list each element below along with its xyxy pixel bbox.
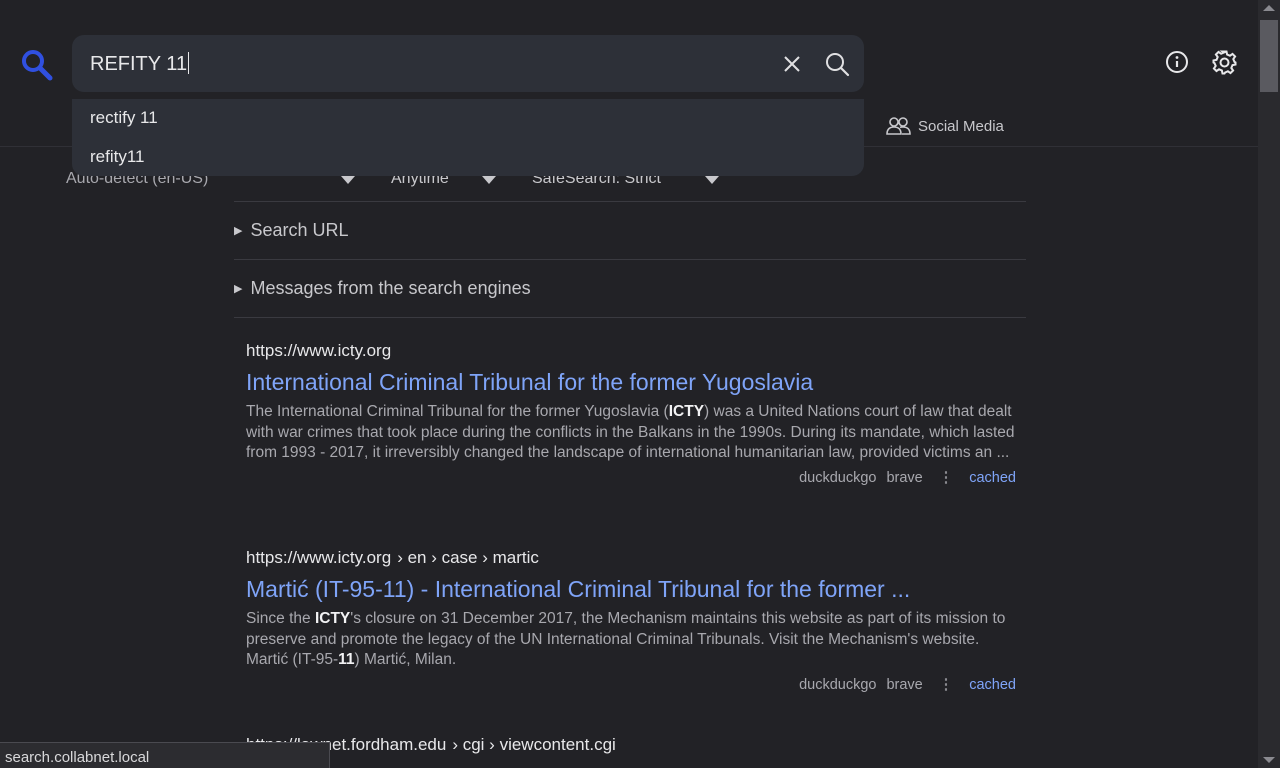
result-url[interactable]: https://lawnet.fordham.edu › cgi › viewco…	[246, 735, 1016, 755]
result-title-link[interactable]: International Criminal Tribunal for the …	[246, 369, 1016, 396]
search-query-text: REFITY 11	[90, 53, 188, 75]
gear-icon[interactable]	[1211, 49, 1238, 76]
result-title-link[interactable]: Martić (IT-95-11) - International Crimin…	[246, 576, 1016, 603]
engine-label: duckduckgo	[799, 676, 877, 693]
cached-link[interactable]: cached	[969, 470, 1016, 486]
autocomplete-dropdown: rectify 11 refity11	[72, 99, 864, 176]
result-snippet: Since the ICTY's closure on 31 December …	[246, 610, 1006, 668]
info-icon[interactable]	[1165, 50, 1189, 74]
tab-label: Social Media	[918, 117, 1004, 135]
search-result: https://lawnet.fordham.edu › cgi › viewco…	[246, 735, 1016, 755]
scroll-up-icon[interactable]	[1263, 5, 1275, 11]
result-url-host: https://www.icty.org	[246, 341, 392, 360]
chevron-down-icon[interactable]	[482, 176, 496, 184]
cached-link[interactable]: cached	[969, 677, 1016, 693]
scroll-thumb[interactable]	[1260, 20, 1278, 92]
suggestion-item[interactable]: refity11	[90, 147, 145, 167]
details-label: Search URL	[250, 220, 349, 240]
details-label: Messages from the search engines	[250, 278, 531, 298]
engine-label: duckduckgo	[799, 469, 877, 486]
scrollbar[interactable]	[1258, 0, 1280, 768]
result-url[interactable]: https://www.icty.org › en › case › martic	[246, 548, 1016, 568]
result-meta: duckduckgo brave ⋮ cached	[246, 677, 1016, 693]
divider	[234, 259, 1026, 260]
result-url[interactable]: https://www.icty.org	[246, 341, 1016, 361]
engine-messages-toggle[interactable]: ▶ Messages from the search engines	[234, 278, 531, 299]
search-url-toggle[interactable]: ▶ Search URL	[234, 220, 349, 241]
triangle-right-icon: ▶	[234, 225, 243, 237]
result-meta: duckduckgo brave ⋮ cached	[246, 470, 1016, 486]
close-icon	[784, 56, 800, 72]
search-input[interactable]: REFITY 11	[72, 35, 864, 92]
divider	[234, 317, 1026, 318]
search-icon	[826, 53, 850, 77]
suggestion-item[interactable]: rectify 11	[90, 108, 158, 128]
engine-label: brave	[886, 469, 923, 486]
scroll-down-icon[interactable]	[1263, 757, 1275, 763]
engine-label: brave	[886, 676, 923, 693]
search-result: https://www.icty.org › en › case › martic…	[246, 548, 1016, 693]
more-vertical-icon: ⋮	[938, 469, 954, 486]
status-bar: search.collabnet.local	[0, 742, 330, 768]
result-url-host: https://www.icty.org	[246, 548, 392, 567]
result-url-path: › cgi › viewcontent.cgi	[452, 735, 616, 754]
chevron-down-icon[interactable]	[705, 176, 719, 184]
clear-search-button[interactable]	[778, 50, 806, 78]
search-button[interactable]	[822, 49, 852, 79]
chevron-down-icon[interactable]	[341, 176, 355, 184]
result-snippet: The International Criminal Tribunal for …	[246, 403, 1015, 461]
tab-social-media[interactable]: Social Media	[886, 116, 1004, 136]
triangle-right-icon: ▶	[234, 283, 243, 295]
result-url-path: › en › case › martic	[397, 548, 539, 567]
divider	[234, 201, 1026, 202]
people-icon	[886, 117, 911, 135]
search-result: https://www.icty.org International Crimi…	[246, 341, 1016, 486]
more-vertical-icon: ⋮	[938, 676, 954, 693]
search-logo-icon[interactable]	[20, 48, 54, 82]
